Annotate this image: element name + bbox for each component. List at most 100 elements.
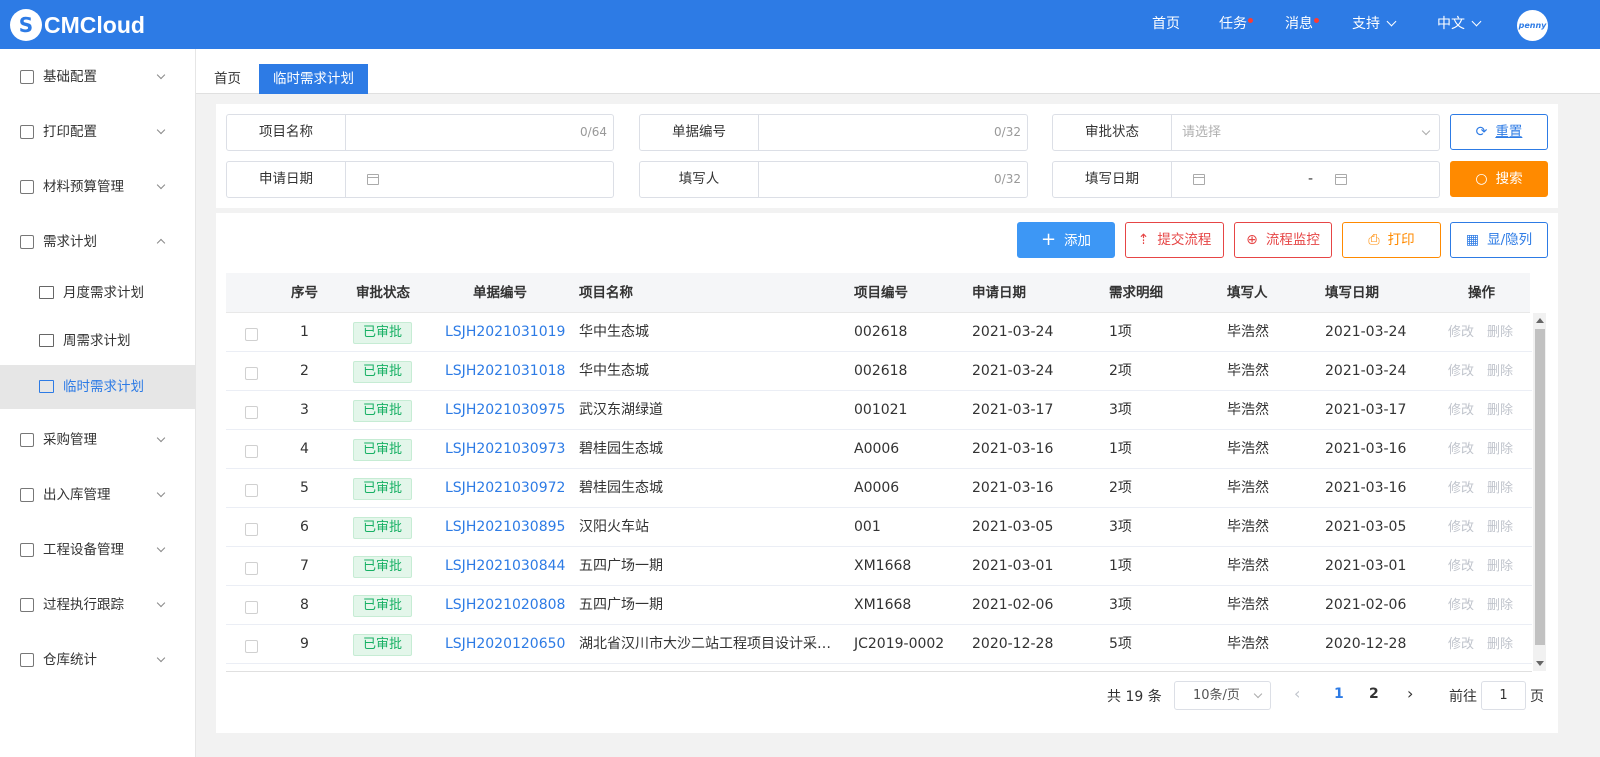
row-index: 4 (300, 441, 309, 457)
delete-link[interactable]: 删除 (1487, 313, 1513, 352)
edit-link[interactable]: 修改 (1448, 430, 1474, 469)
doc-number-link[interactable]: LSJH2021031019 (445, 313, 565, 352)
sidebar-item-inout-stock[interactable]: 出入库管理 (0, 473, 196, 517)
table-scrollbar[interactable] (1533, 313, 1546, 671)
database-icon (20, 653, 34, 667)
row-index: 3 (300, 402, 309, 418)
table-row: 7 已审批 LSJH2021030844 五四广场一期 XM1668 2021-… (226, 547, 1532, 586)
sidebar-item-print-config[interactable]: 打印配置 (0, 110, 196, 154)
doc-number-link[interactable]: LSJH2021030895 (445, 508, 565, 547)
edit-link[interactable]: 修改 (1448, 469, 1474, 508)
delete-link[interactable]: 删除 (1487, 547, 1513, 586)
grid-icon (20, 70, 34, 84)
apply-date: 2021-03-16 (972, 480, 1054, 496)
tab-home[interactable]: 首页 (200, 64, 255, 94)
logo[interactable]: CMCloud (10, 8, 145, 42)
doc-number-link[interactable]: LSJH2021030973 (445, 430, 565, 469)
doc-number-link[interactable]: LSJH2020120650 (445, 625, 565, 664)
doc-number-field[interactable]: 单据编号 0/32 (639, 114, 1028, 151)
sidebar-item-procurement[interactable]: 采购管理 (0, 418, 196, 462)
table-row: 5 已审批 LSJH2021030972 碧桂园生态城 A0006 2021-0… (226, 469, 1532, 508)
row-checkbox[interactable] (245, 328, 258, 341)
next-page-button[interactable]: › (1407, 684, 1413, 703)
scroll-up-icon[interactable] (1536, 318, 1544, 323)
row-checkbox[interactable] (245, 367, 258, 380)
fill-date: 2021-03-17 (1325, 402, 1407, 418)
apply-date: 2020-12-28 (972, 636, 1054, 652)
apply-date-picker[interactable]: 申请日期 (226, 161, 614, 198)
edit-link[interactable]: 修改 (1448, 352, 1474, 391)
print-button[interactable]: ⎙ 打印 (1342, 222, 1441, 258)
edit-link[interactable]: 修改 (1448, 586, 1474, 625)
row-checkbox[interactable] (245, 406, 258, 419)
delete-link[interactable]: 删除 (1487, 391, 1513, 430)
row-checkbox[interactable] (245, 445, 258, 458)
row-checkbox[interactable] (245, 640, 258, 653)
edit-link[interactable]: 修改 (1448, 625, 1474, 664)
row-checkbox[interactable] (245, 601, 258, 614)
add-button[interactable]: + 添加 (1017, 222, 1115, 258)
table-header: 序号 审批状态 单据编号 项目名称 项目编号 申请日期 需求明细 填写人 填写日… (226, 273, 1530, 313)
scrollbar-thumb[interactable] (1535, 329, 1545, 645)
page-number[interactable]: 1 (1334, 686, 1344, 702)
goto-suffix: 页 (1530, 689, 1544, 705)
filler-field[interactable]: 填写人 0/32 (639, 161, 1028, 198)
doc-number-link[interactable]: LSJH2021030844 (445, 547, 565, 586)
edit-link[interactable]: 修改 (1448, 313, 1474, 352)
delete-link[interactable]: 删除 (1487, 625, 1513, 664)
sidebar-item-demand-plan[interactable]: 需求计划 (0, 220, 196, 264)
delete-link[interactable]: 删除 (1487, 430, 1513, 469)
reset-button[interactable]: ⟳ 重置 (1450, 114, 1548, 150)
doc-number-link[interactable]: LSJH2021020808 (445, 586, 565, 625)
delete-link[interactable]: 删除 (1487, 469, 1513, 508)
sidebar-subitem-weekly-plan[interactable]: 周需求计划 (0, 319, 196, 363)
nav-tasks[interactable]: 任务 (1219, 0, 1253, 49)
delete-link[interactable]: 删除 (1487, 508, 1513, 547)
project-name-field[interactable]: 项目名称 0/64 (226, 114, 614, 151)
monitor-flow-button[interactable]: ⊕ 流程监控 (1234, 222, 1332, 258)
edit-link[interactable]: 修改 (1448, 508, 1474, 547)
nav-messages-label: 消息 (1285, 16, 1313, 32)
doc-number-link[interactable]: LSJH2021030975 (445, 391, 565, 430)
edit-link[interactable]: 修改 (1448, 391, 1474, 430)
cube-icon (20, 543, 34, 557)
layers-icon (20, 125, 34, 139)
nav-support[interactable]: 支持 (1352, 0, 1397, 49)
goto-page-input[interactable]: 1 (1481, 681, 1526, 710)
search-button[interactable]: ○ 搜索 (1450, 161, 1548, 197)
sidebar-item-process-tracking[interactable]: 过程执行跟踪 (0, 583, 196, 627)
calendar-icon (39, 334, 54, 347)
nav-language[interactable]: 中文 (1437, 0, 1482, 49)
doc-number-link[interactable]: LSJH2021030972 (445, 469, 565, 508)
row-checkbox[interactable] (245, 562, 258, 575)
edit-link[interactable]: 修改 (1448, 547, 1474, 586)
page-size-select[interactable]: 10条/页 (1174, 681, 1271, 710)
sidebar-subitem-label: 周需求计划 (63, 333, 131, 349)
prev-page-button[interactable]: ‹ (1294, 684, 1300, 703)
nav-home[interactable]: 首页 (1152, 0, 1180, 49)
sidebar-subitem-temp-plan[interactable]: 临时需求计划 (0, 365, 196, 409)
chevron-down-icon (1386, 16, 1397, 27)
approval-status-select[interactable]: 审批状态 请选择 (1052, 114, 1440, 151)
doc-number-link[interactable]: LSJH2021031018 (445, 352, 565, 391)
sidebar-subitem-monthly-plan[interactable]: 月度需求计划 (0, 271, 196, 315)
toggle-columns-button[interactable]: ▦ 显/隐列 (1450, 222, 1548, 258)
row-checkbox[interactable] (245, 484, 258, 497)
sidebar-item-warehouse-stats[interactable]: 仓库统计 (0, 638, 196, 682)
page-number[interactable]: 2 (1369, 686, 1379, 702)
delete-link[interactable]: 删除 (1487, 586, 1513, 625)
scroll-down-icon[interactable] (1536, 661, 1544, 666)
sidebar-item-equipment[interactable]: 工程设备管理 (0, 528, 196, 572)
nav-messages[interactable]: 消息 (1285, 0, 1319, 49)
row-checkbox[interactable] (245, 523, 258, 536)
sidebar-item-label: 仓库统计 (43, 652, 97, 668)
submit-flow-button[interactable]: ⇡ 提交流程 (1125, 222, 1224, 258)
fill-date-range-picker[interactable]: 填写日期 - (1052, 161, 1440, 198)
sidebar-item-basic-config[interactable]: 基础配置 (0, 55, 196, 99)
avatar[interactable]: penny (1517, 10, 1548, 41)
sidebar-item-material-budget[interactable]: 材料预算管理 (0, 165, 196, 209)
char-count: 0/32 (994, 172, 1021, 186)
logo-text: CMCloud (44, 11, 145, 38)
tab-temp-plan[interactable]: 临时需求计划 (259, 64, 368, 94)
delete-link[interactable]: 删除 (1487, 352, 1513, 391)
